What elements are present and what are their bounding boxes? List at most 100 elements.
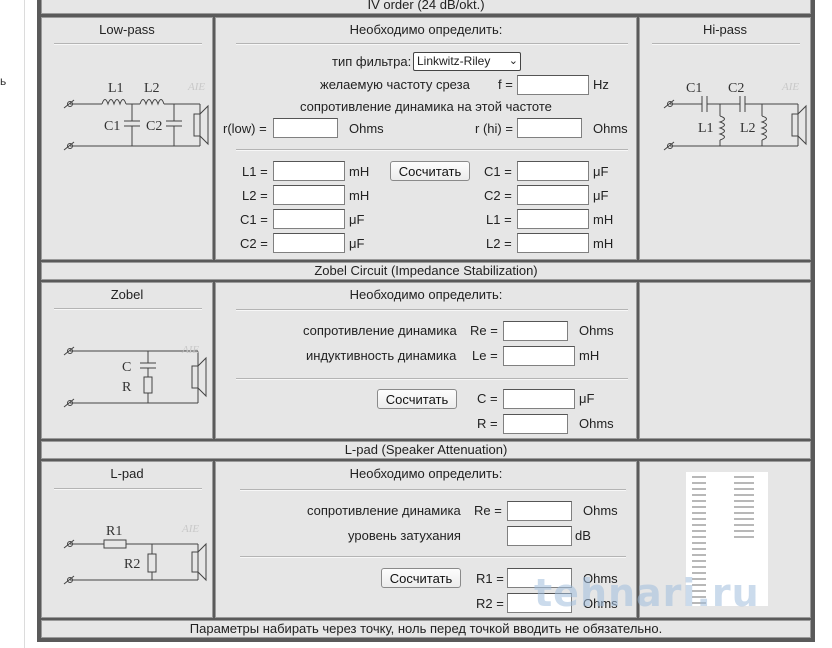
rhi-input[interactable] [517, 118, 582, 138]
divider [236, 378, 628, 380]
lowpass-c2-result[interactable] [273, 233, 345, 253]
zobel-title: Zobel [110, 287, 144, 302]
filter-type-select[interactable]: Linkwitz-Riley ⌄ [413, 52, 521, 71]
lowpass-c1-result[interactable] [273, 209, 345, 229]
aie-logo-text: AIE [181, 344, 199, 356]
lowpass-c1-label: C1 [104, 119, 120, 134]
le-prefix: Le = [472, 348, 498, 363]
speaker-resistance-label: сопротивление динамика [303, 323, 457, 338]
aie-logo-text: AIE [781, 81, 799, 93]
lpad-attenuation-input[interactable] [507, 526, 572, 546]
speaker-resistance-label: сопротивление динамика на этой частоте [300, 99, 552, 114]
zobel-calculate-button[interactable]: Сосчитать [377, 389, 457, 409]
browser-side-strip: ь [0, 0, 25, 648]
r2-prefix: R2 = [476, 596, 504, 611]
frequency-input[interactable] [517, 75, 589, 95]
lowpass-title: Low-pass [99, 22, 155, 37]
hipass-c2-label: C2 [728, 81, 744, 96]
lowpass-c2-label: C2 [146, 119, 162, 134]
result-label: L2 = [242, 188, 268, 203]
result-label: L1 = [486, 212, 512, 227]
attenuation-unit: dB [575, 528, 591, 543]
sidebar-letter: ь [0, 74, 7, 88]
r-prefix: R = [477, 416, 498, 431]
lpad-circuit-diagram: R1 R2 AIE [63, 523, 207, 585]
rhi-unit: Ohms [593, 121, 628, 136]
result-label: L2 = [486, 236, 512, 251]
calculate-button[interactable]: Сосчитать [390, 161, 470, 181]
lowpass-panel: Low-pass L1 L2 C1 C2 AIE [41, 17, 213, 260]
divider [54, 308, 202, 310]
result-unit: mH [593, 236, 614, 251]
calc-title: Необходимо определить: [349, 466, 503, 481]
filter-type-value: Linkwitz-Riley [417, 54, 491, 68]
c-prefix: C = [477, 391, 498, 406]
aie-logo-text: AIE [181, 523, 199, 535]
section-header-lpad: L-pad (Speaker Attenuation) [41, 441, 811, 459]
re-unit: Ohms [579, 323, 614, 338]
lpad-calculate-button[interactable]: Сосчитать [381, 568, 461, 588]
rlow-input[interactable] [273, 118, 338, 138]
r-unit: Ohms [579, 416, 614, 431]
lpad-r2-label: R2 [124, 557, 140, 572]
divider [54, 488, 202, 490]
hipass-title: Hi-pass [702, 22, 748, 37]
result-label: C2 = [484, 188, 512, 203]
result-unit: μF [349, 236, 365, 251]
result-unit: mH [349, 164, 370, 179]
zobel-calc-panel: Необходимо определить: сопротивление дин… [215, 282, 637, 439]
zobel-c-result[interactable] [503, 389, 575, 409]
frequency-prefix: f = [498, 77, 513, 92]
section-header-4th-order: IV order (24 dB/okt.) [41, 0, 811, 14]
divider [236, 149, 628, 151]
zobel-c-label: C [122, 360, 131, 375]
result-unit: mH [349, 188, 370, 203]
cutoff-frequency-label: желаемую частоту среза [320, 77, 470, 92]
result-label: C2 = [240, 236, 268, 251]
zobel-r-result[interactable] [503, 414, 568, 434]
zobel-le-input[interactable] [503, 346, 575, 366]
result-label: L1 = [242, 164, 268, 179]
watermark: tehnari.ru [534, 571, 760, 615]
lpad-panel: L-pad R1 R2 AIE [41, 461, 213, 618]
hipass-l1-label: L1 [698, 121, 714, 136]
attenuation-label: уровень затухания [348, 528, 461, 543]
calc-title: Необходимо определить: [349, 287, 503, 302]
zobel-re-input[interactable] [503, 321, 568, 341]
lpad-re-input[interactable] [507, 501, 572, 521]
divider [236, 43, 628, 45]
result-unit: μF [593, 164, 609, 179]
r1-prefix: R1 = [476, 571, 504, 586]
calculator-frame: IV order (24 dB/okt.) Low-pass L1 L2 C1 … [37, 0, 815, 642]
lowpass-l1-result[interactable] [273, 161, 345, 181]
divider [240, 556, 626, 558]
section-header-text: L-pad (Speaker Attenuation) [344, 442, 508, 457]
chevron-down-icon: ⌄ [508, 55, 518, 67]
hipass-c2-result[interactable] [517, 185, 589, 205]
hipass-l1-result[interactable] [517, 209, 589, 229]
hipass-l2-result[interactable] [517, 233, 589, 253]
lowpass-l2-label: L2 [144, 81, 160, 96]
divider [236, 309, 628, 311]
hipass-circuit-diagram: C1 C2 L1 L2 AIE [663, 81, 807, 151]
divider [54, 43, 202, 45]
lowpass-circuit-diagram: L1 L2 C1 C2 AIE [63, 81, 209, 151]
result-label: C1 = [484, 164, 512, 179]
aie-logo-text: AIE [187, 81, 205, 93]
result-unit: μF [593, 188, 609, 203]
lowpass-l2-result[interactable] [273, 185, 345, 205]
divider [652, 43, 800, 45]
result-unit: mH [593, 212, 614, 227]
divider [240, 489, 626, 491]
hipass-c1-label: C1 [686, 81, 702, 96]
calc-title: Необходимо определить: [349, 22, 503, 37]
re-unit: Ohms [583, 503, 618, 518]
filter-type-label: тип фильтра: [332, 54, 412, 69]
footer-note: Параметры набирать через точку, ноль пер… [189, 621, 663, 636]
section-header-text: IV order (24 dB/okt.) [367, 0, 485, 12]
section-header-zobel: Zobel Circuit (Impedance Stabilization) [41, 262, 811, 280]
hipass-c1-result[interactable] [517, 161, 589, 181]
re-prefix: Re = [474, 503, 502, 518]
le-unit: mH [579, 348, 600, 363]
lpad-r1-label: R1 [106, 524, 122, 539]
